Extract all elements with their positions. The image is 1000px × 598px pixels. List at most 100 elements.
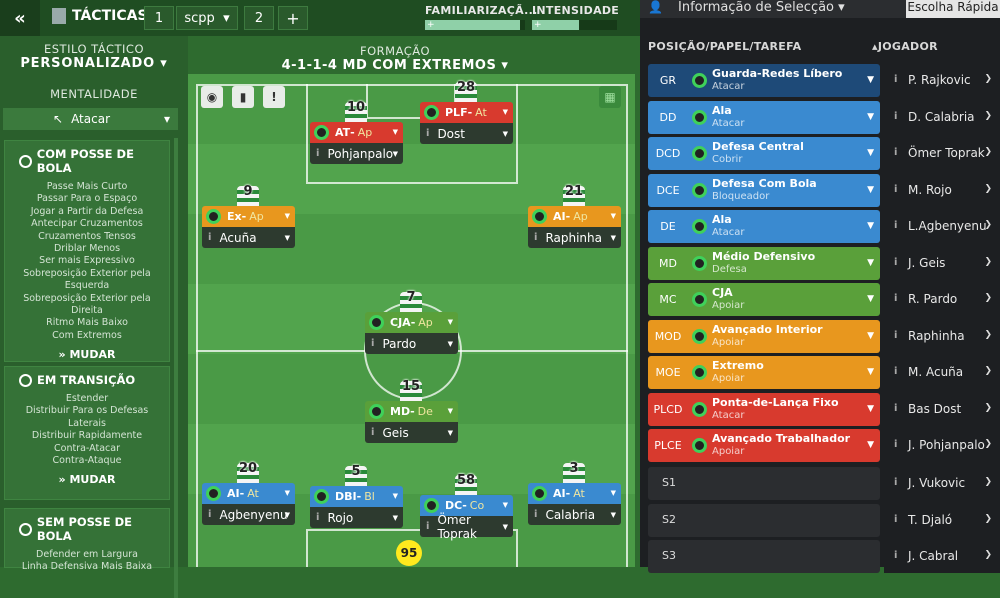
info-icon: i <box>894 513 898 525</box>
player-select[interactable]: i J. Cabral ❯ <box>884 540 1000 573</box>
tactic-slot-1[interactable]: 1 <box>144 6 174 30</box>
player-select[interactable]: i Dost ▼ <box>420 123 513 144</box>
change-button[interactable]: » MUDAR <box>5 467 169 492</box>
role-select[interactable]: PLF - At ▼ <box>420 102 513 123</box>
formation-select[interactable]: 4-1-1-4 MD COM EXTREMOS ▾ <box>250 58 540 73</box>
role-select[interactable]: Ex - Ap ▼ <box>202 206 295 227</box>
info-button[interactable]: ! <box>263 86 285 108</box>
substitute-slot[interactable]: S1 <box>648 467 880 500</box>
info-icon: i <box>894 477 898 488</box>
info-icon: i <box>426 128 430 139</box>
player-select[interactable]: i Ömer Toprak ▼ <box>420 513 513 541</box>
back-button[interactable]: « <box>0 0 40 36</box>
role-select[interactable]: CJA - Ap ▼ <box>365 312 458 333</box>
grid-icon[interactable]: ▦ <box>599 86 621 108</box>
familiarity-bar[interactable]: + <box>425 20 525 30</box>
instruction-item: Jogar a Partir da Defesa <box>30 205 144 217</box>
player-select[interactable]: i Acuña ▼ <box>202 227 295 248</box>
player-select[interactable]: i Agbenyenu ▼ <box>202 504 295 525</box>
tactic-slot-2[interactable]: 2 <box>244 6 274 30</box>
mentality-select[interactable]: ↖ Atacar ▾ <box>3 108 178 130</box>
position-role-select[interactable]: DE Ala Atacar ▼ <box>648 210 880 243</box>
instruction-item: Sobreposição Exterior pela <box>23 292 151 304</box>
player-select[interactable]: i J. Vukovic ❯ <box>884 467 1000 500</box>
duty-ring-icon <box>692 438 707 453</box>
player-select[interactable]: i Calabria ▼ <box>528 504 621 525</box>
duty-ring-icon <box>692 109 707 125</box>
familiarity-fill <box>425 20 520 30</box>
position-role-select[interactable]: MD Médio Defensivo Defesa ▼ <box>648 246 880 280</box>
chevron-down-icon: ▼ <box>447 340 453 348</box>
player-select[interactable]: i J. Pohjanpalo ❯ <box>884 429 1000 462</box>
transition-panel: EM TRANSIÇÃO Estender Distribuir Para os … <box>4 366 170 500</box>
change-button[interactable]: » MUDAR <box>5 342 169 367</box>
player-select[interactable]: i Geis ▼ <box>365 422 458 443</box>
selection-panel: 👤 Informação de Selecção ▾ Escolha Rápid… <box>640 0 1000 573</box>
player-select[interactable]: i Ömer Toprak ❯ <box>884 137 1000 170</box>
position-role-select[interactable]: DD Ala Atacar ▼ <box>648 100 880 134</box>
role-select[interactable]: AT - Ap ▼ <box>310 122 403 143</box>
chevron-down-icon: ❯ <box>984 513 992 524</box>
player-select[interactable]: i J. Geis ❯ <box>884 246 1000 280</box>
duty-ring-icon <box>532 486 547 501</box>
position-column-header[interactable]: POSIÇÃO/PAPEL/TAREFA <box>648 40 801 53</box>
chevron-down-icon: ▼ <box>392 128 398 136</box>
chevron-down-icon: ▼ <box>867 221 874 231</box>
position-role-select[interactable]: PLCD Ponta-de-Lança Fixo Atacar ▼ <box>648 392 880 426</box>
player-select[interactable]: i M. Rojo ❯ <box>884 173 1000 207</box>
plus-icon: + <box>534 20 542 30</box>
chevron-down-icon: ▼ <box>447 318 453 326</box>
position-role-select[interactable]: DCD Defesa Central Cobrir ▼ <box>648 137 880 170</box>
player-select[interactable]: i Raphinha ❯ <box>884 319 1000 353</box>
position-role-select[interactable]: MOD Avançado Interior Apoiar ▼ <box>648 319 880 353</box>
position-role-select[interactable]: MC CJA Apoiar ▼ <box>648 283 880 316</box>
duty-ring-icon <box>692 401 707 417</box>
role-select[interactable]: AI - At ▼ <box>528 483 621 504</box>
position-role-select[interactable]: MOE Extremo Apoiar ▼ <box>648 356 880 389</box>
player-select[interactable]: i Raphinha ▼ <box>528 227 621 248</box>
player-select[interactable]: i R. Pardo ❯ <box>884 283 1000 316</box>
tactic-select[interactable]: scpp ▾ <box>176 6 238 30</box>
goalkeeper-marker[interactable]: 95 <box>396 540 422 566</box>
position-role-select[interactable]: GR Guarda-Redes Líbero Atacar ▼ <box>648 64 880 97</box>
player-select[interactable]: i P. Rajkovic ❯ <box>884 64 1000 97</box>
duty-ring-icon <box>314 489 329 504</box>
quick-pick-button[interactable]: Escolha Rápida <box>906 0 1000 18</box>
stats-button[interactable]: ▮ <box>232 86 254 108</box>
instruction-item: Antecipar Cruzamentos <box>31 218 143 230</box>
player-select[interactable]: i Bas Dost ❯ <box>884 392 1000 426</box>
add-tactic-button[interactable]: + <box>278 6 308 30</box>
player-select[interactable]: i M. Acuña ❯ <box>884 356 1000 389</box>
selection-row: GR Guarda-Redes Líbero Atacar ▼ i P. Rajk… <box>648 64 1000 97</box>
selection-row: DCD Defesa Central Cobrir ▼ i Ömer Toprak… <box>648 137 1000 170</box>
player-select[interactable]: i Rojo ▼ <box>310 507 403 528</box>
view-toggle-button[interactable]: ◉ <box>201 86 223 108</box>
chevron-down-icon: ❯ <box>984 550 992 560</box>
style-select[interactable]: PERSONALIZADO ▾ <box>0 56 188 71</box>
player-select[interactable]: i T. Djaló ❯ <box>884 503 1000 537</box>
role-select[interactable]: AI - Ap ▼ <box>528 206 621 227</box>
chevron-down-icon: ❯ <box>984 147 992 157</box>
selection-row: PLCD Ponta-de-Lança Fixo Atacar ▼ i Bas D… <box>648 392 1000 426</box>
substitute-slot[interactable]: S2 <box>648 503 880 537</box>
chevron-down-icon: ▼ <box>392 492 398 500</box>
role-select[interactable]: DBI - Bl ▼ <box>310 486 403 507</box>
position-role-select[interactable]: PLCE Avançado Trabalhador Apoiar ▼ <box>648 429 880 462</box>
role-select[interactable]: AI - At ▼ <box>202 483 295 504</box>
chevron-down-icon: ▼ <box>284 212 290 220</box>
chevron-down-icon: ▼ <box>867 184 874 195</box>
player-select[interactable]: i L.Agbenyenu ❯ <box>884 210 1000 243</box>
player-select[interactable]: i D. Calabria ❯ <box>884 100 1000 134</box>
intensity-bar[interactable]: + <box>532 20 617 30</box>
player-select[interactable]: i Pohjanpalo ▼ <box>310 143 403 164</box>
familiarity-label: FAMILIARIZAÇÃ... <box>425 4 538 17</box>
player-column-header[interactable]: ▴JOGADOR <box>872 40 938 53</box>
scrollbar[interactable] <box>174 138 178 598</box>
player-select[interactable]: i Pardo ▼ <box>365 333 458 354</box>
duty-ring-icon <box>206 209 221 224</box>
substitute-slot[interactable]: S3 <box>648 540 880 573</box>
role-select[interactable]: MD - De ▼ <box>365 401 458 422</box>
selection-row: MC CJA Apoiar ▼ i R. Pardo ❯ <box>648 283 1000 316</box>
position-role-select[interactable]: DCE Defesa Com Bola Bloqueador ▼ <box>648 173 880 207</box>
selection-info-select[interactable]: Informação de Selecção ▾ <box>678 0 845 15</box>
